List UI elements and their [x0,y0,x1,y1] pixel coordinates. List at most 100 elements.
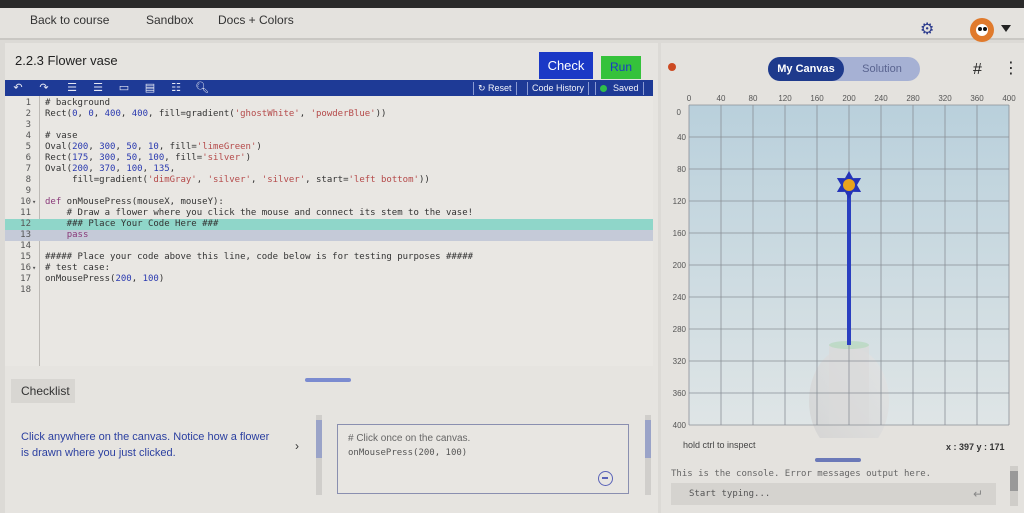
y-tick-label: 320 [673,357,687,366]
sandbox-link[interactable]: Sandbox [146,13,193,27]
back-to-course-link[interactable]: Back to course [30,13,109,27]
line-number: 12 [20,219,31,229]
code-text: # background [45,98,111,108]
outdent-icon[interactable]: ☰ [91,81,105,95]
more-vertical-icon[interactable]: ⋮ [1003,61,1019,77]
avatar[interactable] [970,18,994,42]
code-line[interactable]: 13 pass [5,230,653,241]
code-line[interactable]: 17 onMousePress(200, 100) [5,274,653,285]
reset-button[interactable]: ↻ Reset [473,82,517,95]
code-line[interactable]: 15 ##### Place your code above this line,… [5,252,653,263]
checklist-scrollbar[interactable] [316,415,322,495]
line-number: 7 [25,164,31,174]
code-text: ##### Place your code above this line, c… [45,252,474,262]
redo-icon[interactable]: ↷ [37,81,51,95]
chevron-down-icon[interactable] [1001,25,1011,32]
docs-colors-link[interactable]: Docs + Colors [218,13,294,27]
search-icon[interactable]: 🔍︎ [195,81,209,95]
test-case-box: # Click once on the canvas. onMousePress… [337,424,629,494]
editor-resize-handle[interactable] [305,378,351,382]
saved-status: Saved [595,82,644,95]
test-case-scrollbar[interactable] [645,415,651,495]
run-button[interactable]: Run [601,56,641,79]
code-text: # Draw a flower where you click the mous… [45,208,474,218]
tab-checklist[interactable]: Checklist [11,379,75,403]
format-icon[interactable]: ▤ [143,81,157,95]
code-line[interactable]: 10 ▾ def onMousePress(mouseX, mouseY): [5,197,653,208]
scrollbar-thumb[interactable] [316,420,322,458]
line-number: 16 [20,263,31,273]
panda-eye [978,27,982,31]
x-tick-label: 120 [778,94,792,103]
console-resize-handle[interactable] [815,458,861,462]
chevron-right-icon[interactable]: › [295,439,299,453]
editor-panel: 2.2.3 Flower vase Check Run ↶ ↷ ☰ ☰ ▭ ▤ … [5,43,658,513]
code-line[interactable]: 3 [5,120,653,131]
code-text: # vase [45,131,78,141]
code-text: def onMousePress(mouseX, mouseY): [45,197,224,207]
code-text: onMousePress(200, 100) [45,274,165,284]
line-number: 8 [25,175,31,185]
code-line[interactable]: 18 [5,285,653,296]
y-tick-label: 400 [673,421,687,430]
scrollbar-thumb[interactable] [1010,471,1018,491]
collapse-minus-icon[interactable] [598,471,613,486]
tab-my-canvas[interactable]: My Canvas [768,57,844,81]
os-taskbar [0,0,1024,8]
y-tick-label: 0 [677,108,682,117]
canvas-panel: My Canvas Solution # ⋮ 0 0 40 40 80 80 120 120 1… [661,43,1024,513]
check-button[interactable]: Check [539,52,593,79]
code-line[interactable]: 4 # vase [5,131,653,142]
code-text: pass [66,230,89,240]
undo-icon[interactable]: ↶ [11,81,25,95]
line-number: 5 [25,142,31,152]
x-tick-label: 240 [874,94,888,103]
drawing-canvas[interactable]: 00 40 40 80 80 120 120 160 160 200 200 240 240 280 280… [661,93,1024,438]
code-text: Oval(200, 370, 100, 135, [45,164,176,174]
code-history-button[interactable]: Code History [527,82,590,95]
tab-solution[interactable]: Solution [844,57,920,81]
x-tick-label: 80 [749,94,758,103]
grid-icon[interactable]: # [973,62,982,78]
indent-icon[interactable]: ☰ [65,81,79,95]
y-tick-label: 80 [677,165,686,174]
enter-icon[interactable]: ↵ [973,487,983,501]
wrap-icon[interactable]: ☷ [169,81,183,95]
gear-icon[interactable]: ⚙ [920,22,936,38]
code-line[interactable]: 2 Rect(0, 0, 400, 400, fill=gradient('gho… [5,109,653,120]
code-line[interactable]: 6 Rect(175, 300, 50, 100, fill='silver') [5,153,653,164]
fold-toggle-icon[interactable]: ▾ [32,263,36,274]
code-line[interactable]: 14 [5,241,653,252]
x-tick-label: 200 [842,94,856,103]
console-input[interactable]: Start typing... [671,483,996,505]
code-line[interactable]: 9 [5,186,653,197]
code-line[interactable]: 16 ▾ # test case: [5,263,653,274]
comment-icon[interactable]: ▭ [117,81,131,95]
x-tick-label: 400 [1002,94,1016,103]
saved-label: Saved [613,83,639,93]
code-line[interactable]: 11 # Draw a flower where you click the m… [5,208,653,219]
console-scrollbar[interactable] [1010,466,1018,506]
line-number: 4 [25,131,31,141]
code-text: Rect(175, 300, 50, 100, fill='silver') [45,153,251,163]
x-tick-label: 320 [938,94,952,103]
top-navigation: Back to course Sandbox Docs + Colors ⚙ [0,8,1024,42]
code-line[interactable]: 7 Oval(200, 370, 100, 135, [5,164,653,175]
saved-indicator-icon [600,85,607,92]
scrollbar-thumb[interactable] [645,420,651,458]
fold-toggle-icon[interactable]: ▾ [32,197,36,208]
line-number: 3 [25,120,31,130]
flower-center [843,179,855,191]
line-number: 6 [25,153,31,163]
code-text: Oval(200, 300, 50, 10, fill='limeGreen') [45,142,262,152]
code-editor[interactable]: 1 # background 2 Rect(0, 0, 400, 400, fill=… [5,96,653,366]
editor-toolbar: ↶ ↷ ☰ ☰ ▭ ▤ ☷ 🔍︎ ↻ Reset Code History Sa… [5,80,653,96]
y-tick-label: 360 [673,389,687,398]
code-line[interactable]: 12 ### Place Your Code Here ### [5,219,653,230]
code-line[interactable]: 5 Oval(200, 300, 50, 10, fill='limeGreen'… [5,142,653,153]
code-text: Rect(0, 0, 400, 400, fill=gradient('ghos… [45,109,387,119]
canvas-toggle: My Canvas Solution [768,57,920,81]
code-line[interactable]: 1 # background [5,98,653,109]
code-line[interactable]: 8 fill=gradient('dimGray', 'silver', 'si… [5,175,653,186]
code-text: ### Place Your Code Here ### [45,219,219,229]
